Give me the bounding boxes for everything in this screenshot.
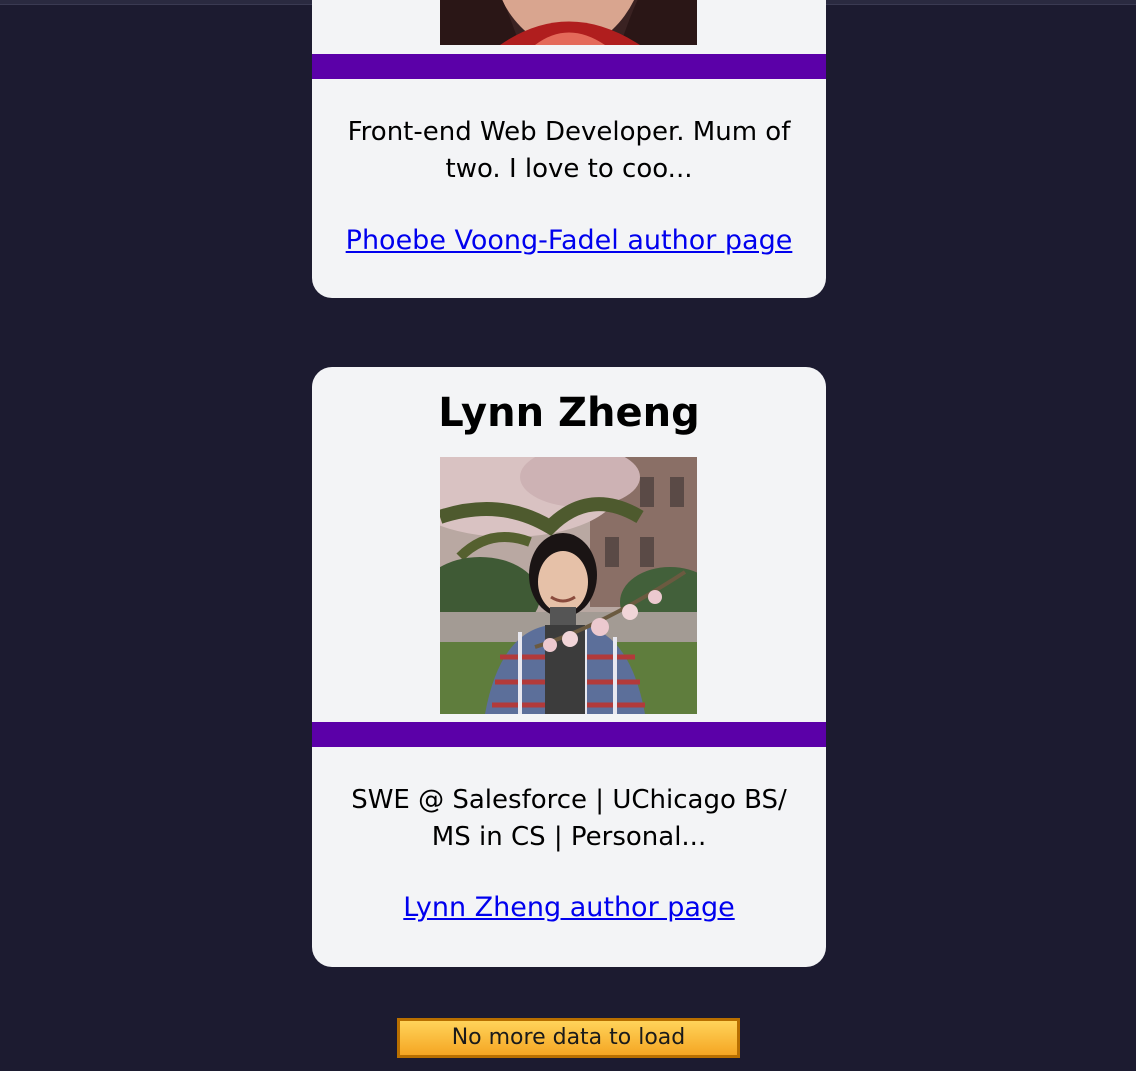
author-page-link[interactable]: Phoebe Voong-Fadel author page (312, 223, 826, 259)
author-card-phoebe: Front-end Web Developer. Mum of two. I l… (312, 0, 826, 298)
author-page-link[interactable]: Lynn Zheng author page (312, 890, 826, 926)
author-bio: Front-end Web Developer. Mum of two. I l… (347, 117, 791, 184)
author-bio: SWE @ Salesforce | UChicago BS/ MS in CS… (351, 785, 787, 852)
author-card-lynn: Lynn Zheng SWE @ Salesforce | UChicago B… (312, 367, 826, 967)
load-more-button[interactable]: No more data to load (397, 1018, 740, 1058)
author-avatar (440, 0, 697, 45)
author-name: Lynn Zheng (438, 390, 700, 436)
card-accent-band (312, 722, 826, 747)
card-accent-band (312, 54, 826, 79)
author-avatar (440, 457, 697, 714)
